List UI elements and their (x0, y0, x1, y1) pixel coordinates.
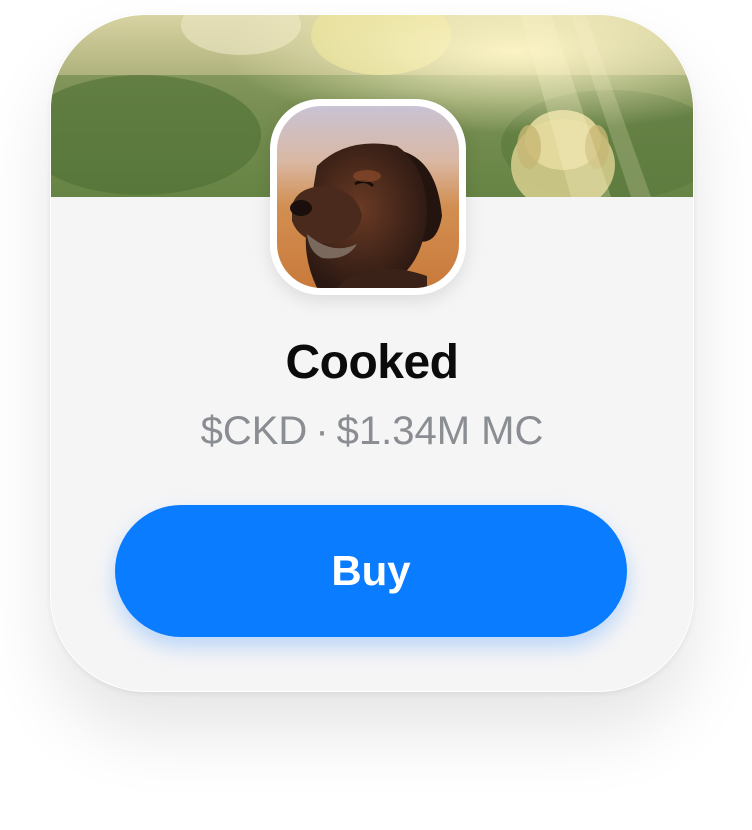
token-meta: $CKD · $1.34M MC (51, 409, 693, 454)
dog-avatar-image (277, 106, 459, 288)
buy-button-label: Buy (331, 547, 411, 594)
market-cap: $1.34M MC (336, 409, 544, 453)
token-name: Cooked (285, 336, 459, 389)
buy-button[interactable]: Buy (115, 505, 627, 637)
token-card[interactable]: Cooked $CKD · $1.34M MC Buy (50, 14, 694, 692)
stage: Cooked $CKD · $1.34M MC Buy (0, 0, 752, 830)
separator-dot: · (315, 409, 329, 453)
token-ticker: $CKD (200, 409, 308, 453)
avatar-frame (270, 99, 466, 295)
